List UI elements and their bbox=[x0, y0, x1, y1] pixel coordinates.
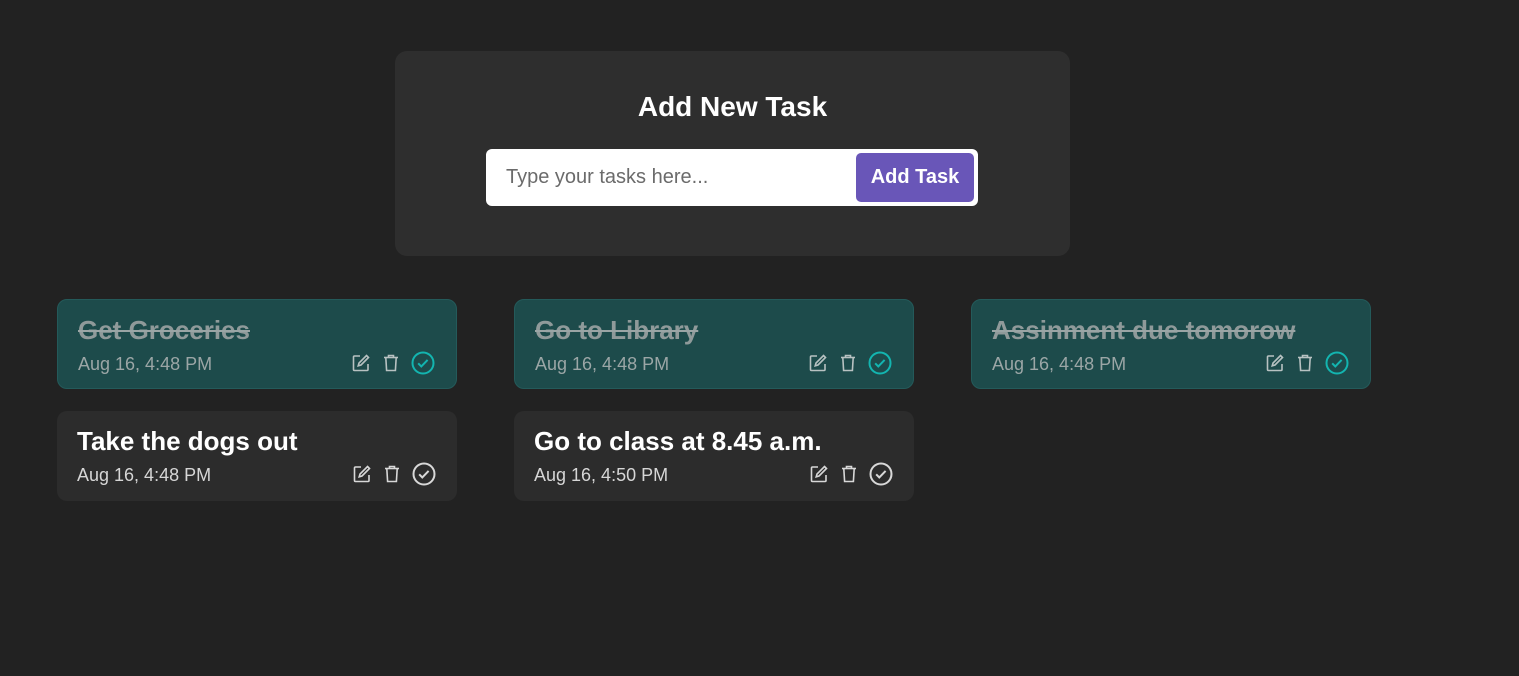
task-date: Aug 16, 4:50 PM bbox=[534, 465, 669, 485]
task-actions bbox=[807, 350, 893, 376]
task-input[interactable] bbox=[486, 149, 846, 206]
edit-icon[interactable] bbox=[350, 352, 372, 374]
edit-icon[interactable] bbox=[1264, 352, 1286, 374]
check-circle-icon[interactable] bbox=[1324, 350, 1350, 376]
check-circle-icon[interactable] bbox=[868, 461, 894, 487]
task-actions bbox=[351, 461, 437, 487]
add-task-panel: Add New Task Add Task bbox=[395, 51, 1070, 256]
task-date: Aug 16, 4:48 PM bbox=[77, 465, 212, 485]
task-date: Aug 16, 4:48 PM bbox=[992, 354, 1127, 374]
trash-icon[interactable] bbox=[381, 463, 403, 485]
task-card: Go to Library Aug 16, 4:48 PM bbox=[514, 299, 914, 389]
task-title: Get Groceries bbox=[78, 315, 250, 345]
add-task-heading: Add New Task bbox=[637, 91, 828, 122]
task-card: Go to class at 8.45 a.m. Aug 16, 4:50 PM bbox=[514, 411, 914, 501]
trash-icon[interactable] bbox=[838, 463, 860, 485]
task-title: Take the dogs out bbox=[77, 426, 298, 456]
check-circle-icon[interactable] bbox=[867, 350, 893, 376]
task-actions bbox=[808, 461, 894, 487]
check-circle-icon[interactable] bbox=[410, 350, 436, 376]
add-task-button[interactable]: Add Task bbox=[856, 153, 974, 202]
task-card: Get Groceries Aug 16, 4:48 PM bbox=[57, 299, 457, 389]
trash-icon[interactable] bbox=[837, 352, 859, 374]
task-title: Assinment due tomorow bbox=[992, 315, 1296, 345]
task-title: Go to class at 8.45 a.m. bbox=[534, 426, 822, 456]
task-date: Aug 16, 4:48 PM bbox=[78, 354, 213, 374]
trash-icon[interactable] bbox=[380, 352, 402, 374]
check-circle-icon[interactable] bbox=[411, 461, 437, 487]
edit-icon[interactable] bbox=[807, 352, 829, 374]
task-actions bbox=[1264, 350, 1350, 376]
task-card: Assinment due tomorow Aug 16, 4:48 PM bbox=[971, 299, 1371, 389]
edit-icon[interactable] bbox=[808, 463, 830, 485]
task-title: Go to Library bbox=[535, 315, 699, 345]
trash-icon[interactable] bbox=[1294, 352, 1316, 374]
edit-icon[interactable] bbox=[351, 463, 373, 485]
task-card: Take the dogs out Aug 16, 4:48 PM bbox=[57, 411, 457, 501]
task-date: Aug 16, 4:48 PM bbox=[535, 354, 670, 374]
task-actions bbox=[350, 350, 436, 376]
task-input-group: Add Task bbox=[486, 149, 978, 206]
